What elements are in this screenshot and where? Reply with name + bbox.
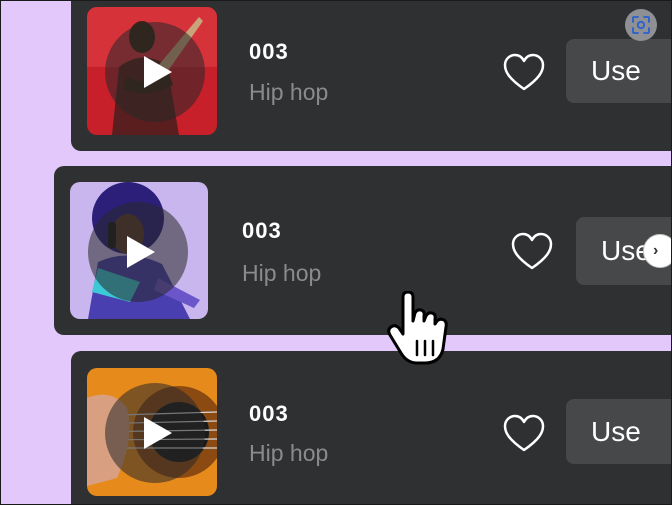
heart-outline-icon[interactable]: [502, 414, 546, 454]
track-thumbnail[interactable]: [87, 368, 217, 496]
play-button[interactable]: [105, 22, 205, 122]
play-icon: [144, 56, 172, 88]
play-icon: [127, 236, 155, 268]
track-genre: Hip hop: [242, 260, 322, 286]
play-button[interactable]: [88, 202, 188, 302]
scan-button[interactable]: [625, 9, 657, 41]
track-thumbnail[interactable]: [70, 182, 208, 319]
scan-icon: [632, 16, 650, 34]
heart-outline-icon[interactable]: [502, 53, 546, 93]
heart-outline-icon[interactable]: [510, 232, 554, 272]
next-arrow-button[interactable]: ›: [643, 234, 671, 268]
track-genre: Hip hop: [249, 440, 329, 466]
play-button[interactable]: [105, 383, 205, 483]
track-card[interactable]: 003 Hip hop Use: [71, 351, 671, 504]
play-icon: [144, 417, 172, 449]
hand-pointer-cursor: [387, 291, 448, 365]
use-button[interactable]: Use: [566, 399, 671, 464]
chevron-right-icon: ›: [653, 242, 659, 259]
track-title: 003: [249, 39, 289, 64]
track-card[interactable]: 003 Hip hop Use: [71, 1, 671, 151]
track-card[interactable]: 003 Hip hop Use: [54, 166, 671, 335]
track-thumbnail[interactable]: [87, 7, 217, 135]
use-button[interactable]: Use: [566, 39, 671, 103]
track-genre: Hip hop: [249, 79, 329, 105]
app-frame: 003 Hip hop Use 003 Hip hop Use 003 Hip …: [0, 0, 672, 505]
track-title: 003: [242, 218, 282, 243]
track-title: 003: [249, 401, 289, 426]
